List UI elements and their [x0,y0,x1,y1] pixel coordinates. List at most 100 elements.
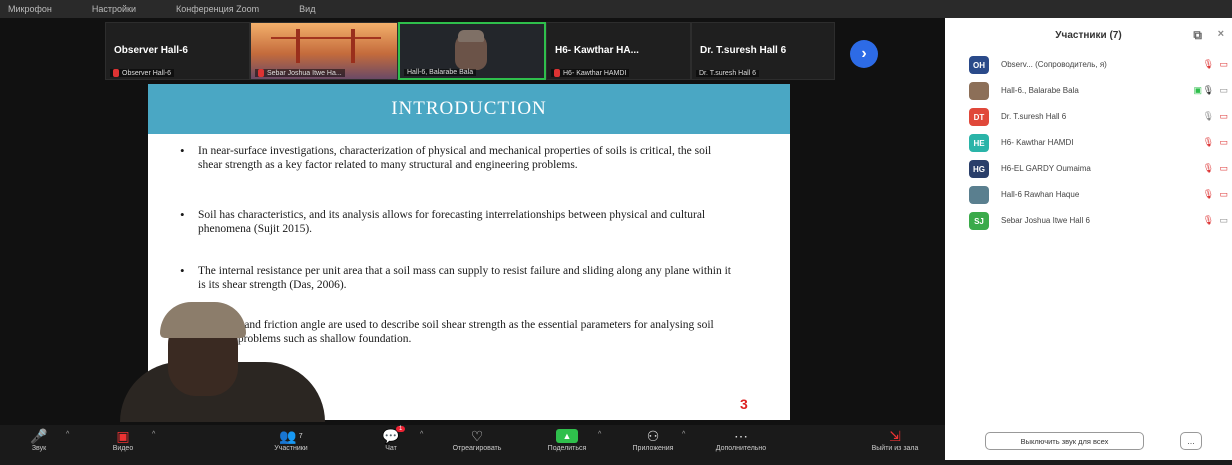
react-button[interactable]: ♡ Отреагировать [438,427,516,459]
share-screen-icon: ▲ [556,427,578,445]
tile-caption: Dr. T.suresh Hall 6 [696,70,760,77]
top-bar-item[interactable]: Вид [299,4,315,14]
share-screen-icon: ▣ [1193,85,1202,95]
tile-name: H6- Kawthar HA... [555,45,639,56]
participant-row[interactable]: HE H6- Kawthar HAMDI 🎙 ▭ [945,132,1232,154]
share-options-caret-icon[interactable]: ^ [598,431,601,438]
bridge-background-image [271,29,381,63]
avatar [969,82,989,100]
participant-row[interactable]: Hall-6 Rawhan Haque 🎙 ▭ [945,184,1232,206]
avatar [969,186,989,204]
speaker-cap [160,302,246,338]
top-bar-item: Конференция Zoom [176,4,260,14]
tile-caption: H6- Kawthar HAMDI [551,69,630,77]
avatar: HG [969,160,989,178]
video-icon[interactable]: ▭ [1219,215,1228,226]
video-tile-observer[interactable]: Observer Hall-6 Observer Hall-6 [105,22,250,80]
muted-mic-icon [258,69,264,77]
tile-caption: Observer Hall-6 [110,69,175,77]
slide-bullet: The internal resistance per unit area th… [180,264,738,292]
react-label: Отреагировать [452,445,502,452]
participants-icon: 👥 7 [279,427,303,444]
participant-row[interactable]: OH Observ... (Сопроводитель, я) 🎙 ▭ [945,54,1232,76]
avatar: OH [969,56,989,74]
slide-page-number: 3 [740,396,748,412]
heart-icon: ♡ [470,427,484,444]
video-icon[interactable]: ▭ [1219,85,1228,96]
apps-button[interactable]: ⚇ Приложения [614,427,692,459]
video-tile-kawthar[interactable]: H6- Kawthar HA... H6- Kawthar HAMDI [546,22,691,80]
close-icon[interactable]: × [1218,28,1224,40]
apps-label: Приложения [632,445,674,452]
participant-name: Observ... (Сопроводитель, я) [1001,60,1107,69]
video-off-icon[interactable]: ▭ [1219,59,1228,70]
top-bar-item[interactable]: Настройки [92,4,136,14]
tile-caption: Sebar Joshua Itwe Ha... [255,69,345,77]
chat-button[interactable]: 💬 1 Чат [352,426,430,459]
muted-mic-icon[interactable]: 🎙 [1203,59,1214,70]
share-button[interactable]: ▲ Поделиться [528,427,606,459]
window-top-bar: Микрофон Настройки Конференция Zoom Вид [0,0,1232,18]
participant-name: Sebar Joshua Itwe Hall 6 [1001,216,1090,225]
muted-mic-icon[interactable]: 🎙 [1203,137,1214,148]
participant-name: Hall-6 Rawhan Haque [1001,190,1080,199]
pop-out-icon[interactable]: ⧉ [1193,28,1202,43]
apps-options-caret-icon[interactable]: ^ [682,431,685,438]
video-options-caret-icon[interactable]: ^ [152,431,155,438]
participant-row[interactable]: HG H6-EL GARDY Oumaima 🎙 ▭ [945,158,1232,180]
slide-title: INTRODUCTION [148,84,790,134]
video-button[interactable]: ▣ Видео [84,427,162,459]
muted-mic-icon[interactable]: 🎙 [1203,163,1214,174]
participant-video-image [455,30,487,70]
mic-icon[interactable]: 🎙 [1203,85,1214,96]
participants-count: 7 [298,432,303,440]
participant-name: H6- Kawthar HAMDI [1001,138,1074,147]
audio-options-caret-icon[interactable]: ^ [66,431,69,438]
video-tile-suresh[interactable]: Dr. T.suresh Hall 6 Dr. T.suresh Hall 6 [691,22,835,80]
mute-all-button[interactable]: Выключить звук для всех [985,432,1144,450]
video-tile-sebar[interactable]: Sebar Joshua Itwe Ha... [250,22,398,80]
chat-unread-badge: 1 [396,426,406,432]
participant-row[interactable]: Hall-6., Balarabe Bala ▣ 🎙 ▭ [945,80,1232,102]
tile-name: Dr. T.suresh Hall 6 [700,45,787,56]
meeting-toolbar: 🎤 Звук ^ ▣ Видео ^ 👥 7 Участники 💬 1 Чат … [0,425,945,460]
video-label: Видео [112,445,134,452]
tile-caption: Hall-6, Balarabe Bala [404,69,477,76]
thumbnail-strip: Observer Hall-6 Observer Hall-6 Sebar Jo… [105,22,835,80]
video-off-icon: ▣ [116,427,130,444]
leave-room-button[interactable]: ⇲ Выйти из зала [856,427,934,459]
mic-icon[interactable]: 🎙 [1203,111,1214,122]
video-tile-balarabe-active[interactable]: Hall-6, Balarabe Bala [398,22,546,80]
video-off-icon[interactable]: ▭ [1219,163,1228,174]
chat-label: Чат [385,445,397,452]
tile-name: Observer Hall-6 [114,45,188,56]
top-bar-item[interactable]: Микрофон [8,4,52,14]
muted-mic-icon[interactable]: 🎙 [1203,189,1214,200]
video-off-icon[interactable]: ▭ [1219,137,1228,148]
participant-name: H6-EL GARDY Oumaima [1001,164,1091,173]
more-button[interactable]: ⋯ Дополнительно [702,427,780,459]
muted-microphone-icon: 🎤 [30,427,48,444]
audio-label: Звук [31,445,47,452]
participants-panel: Участники (7) ⧉ × OH Observ... (Сопровод… [945,18,1232,460]
speaker-video-overlay [120,302,325,422]
apps-icon: ⚇ [646,427,660,444]
muted-mic-icon[interactable]: 🎙 [1203,215,1214,226]
panel-more-button[interactable]: ... [1180,432,1202,450]
avatar: HE [969,134,989,152]
video-off-icon[interactable]: ▭ [1219,189,1228,200]
muted-mic-icon [113,69,119,77]
panel-title: Участники (7) [1055,29,1122,41]
video-off-icon[interactable]: ▭ [1219,111,1228,122]
slide-bullet: In near-surface investigations, characte… [180,144,738,172]
participant-row[interactable]: SJ Sebar Joshua Itwe Hall 6 🎙 ▭ [945,210,1232,232]
participants-button[interactable]: 👥 7 Участники [252,427,330,459]
muted-mic-icon [554,69,560,77]
participants-label: Участники [274,445,308,452]
participant-row[interactable]: DT Dr. T.suresh Hall 6 🎙 ▭ [945,106,1232,128]
avatar: DT [969,108,989,126]
next-page-arrow-icon[interactable]: › [850,40,878,68]
chat-options-caret-icon[interactable]: ^ [420,431,423,438]
leave-room-icon: ⇲ [889,427,901,444]
leave-label: Выйти из зала [871,445,919,452]
